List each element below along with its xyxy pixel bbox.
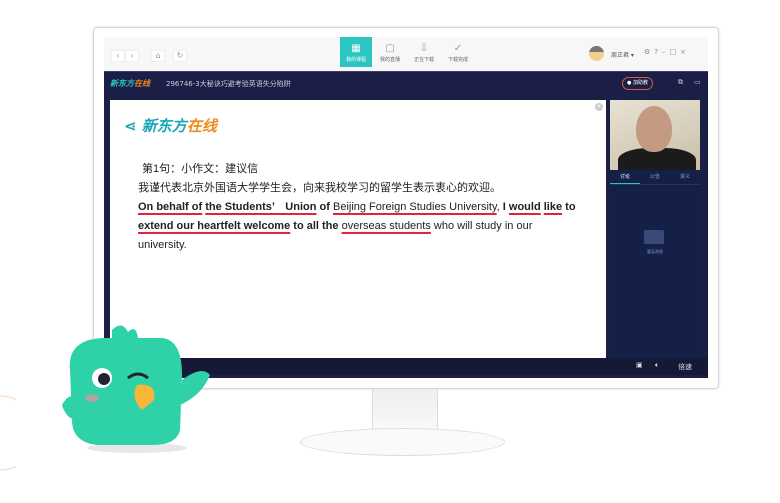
slide-text: 第1句：小作文：建议信 我谨代表北京外国语大学学生会，向来我校学习的留学生表示衷… (138, 160, 578, 255)
gear-icon[interactable]: ⚙ (644, 48, 654, 56)
tab-announcement[interactable]: 公告 (640, 170, 670, 184)
download-icon: ⇩ (419, 43, 429, 54)
close-icon[interactable]: × (680, 48, 690, 56)
live-icon: ▢ (385, 43, 395, 54)
help-icon[interactable]: ? (654, 48, 662, 56)
course-title: 296746-3大秘诀巧避考验英语失分陷阱 (166, 80, 291, 88)
tab-downloading[interactable]: ⇩ 正在下载 (408, 37, 440, 67)
close-slide-icon[interactable]: × (595, 103, 603, 111)
brand-logo: 新东方在线 (110, 79, 150, 88)
volume-icon[interactable]: 🔈︎ (655, 361, 659, 370)
fullscreen-icon[interactable]: ▭ (694, 78, 701, 86)
speed-button[interactable]: 倍速 (678, 362, 692, 372)
check-icon: ✓ (453, 43, 463, 54)
tab-my-courses[interactable]: ▦ 我的课程 (340, 37, 372, 67)
course-header: 新东方在线 296746-3大秘诀巧避考验英语失分陷阱 ● 加助教 ⧉ ▭ (104, 71, 708, 95)
tab-downloaded[interactable]: ✓ 下载完成 (442, 37, 474, 67)
tab-my-live[interactable]: ▢ 我的直播 (374, 37, 406, 67)
avatar[interactable] (589, 46, 604, 61)
decorative-circle (0, 395, 16, 471)
slide-logo: ⋖ 新东方在线 (124, 117, 217, 135)
window-controls[interactable]: ⚙?–□× (644, 48, 690, 56)
user-menu[interactable]: 周正君 ▾ (611, 50, 634, 59)
monitor-base (300, 428, 505, 456)
mascot-bird (62, 325, 210, 453)
back-button[interactable]: ‹ (111, 50, 125, 62)
tab-discussion[interactable]: 讨论 (610, 170, 640, 184)
empty-message: 暂无消息 (647, 249, 663, 254)
maximize-icon[interactable]: □ (670, 48, 681, 56)
side-panel: 讨论 公告 讲义 暂无消息 (610, 100, 700, 358)
forward-button[interactable]: › (125, 50, 139, 62)
minimize-icon[interactable]: – (662, 48, 670, 56)
share-icon[interactable]: ⧉ (678, 78, 683, 87)
english-sentence: On behalf of the Students’ Union of Beij… (138, 201, 576, 251)
refresh-button[interactable]: ↻ (173, 50, 187, 62)
message-icon (644, 230, 664, 244)
teacher-video (610, 100, 700, 170)
side-tabs: 讨论 公告 讲义 (610, 170, 700, 185)
slide-heading: 第1句：小作文：建议信 (142, 163, 259, 175)
toolbar: ‹ › ⌂ ↻ ▦ 我的课程 ▢ 我的直播 ⇩ 正在下载 ✓ 下载完成 周正君 ▾ ⚙?… (104, 37, 708, 71)
add-assistant-button[interactable]: ● 加助教 (622, 77, 653, 90)
home-button[interactable]: ⌂ (151, 50, 165, 62)
chinese-sentence: 我谨代表北京外国语大学学生会，向来我校学习的留学生表示衷心的欢迎。 (138, 182, 501, 194)
monitor-stand (372, 389, 438, 431)
tab-handout[interactable]: 讲义 (670, 170, 700, 184)
grid-icon: ▦ (351, 43, 361, 54)
subtitle-icon[interactable]: ▣ (636, 361, 643, 369)
